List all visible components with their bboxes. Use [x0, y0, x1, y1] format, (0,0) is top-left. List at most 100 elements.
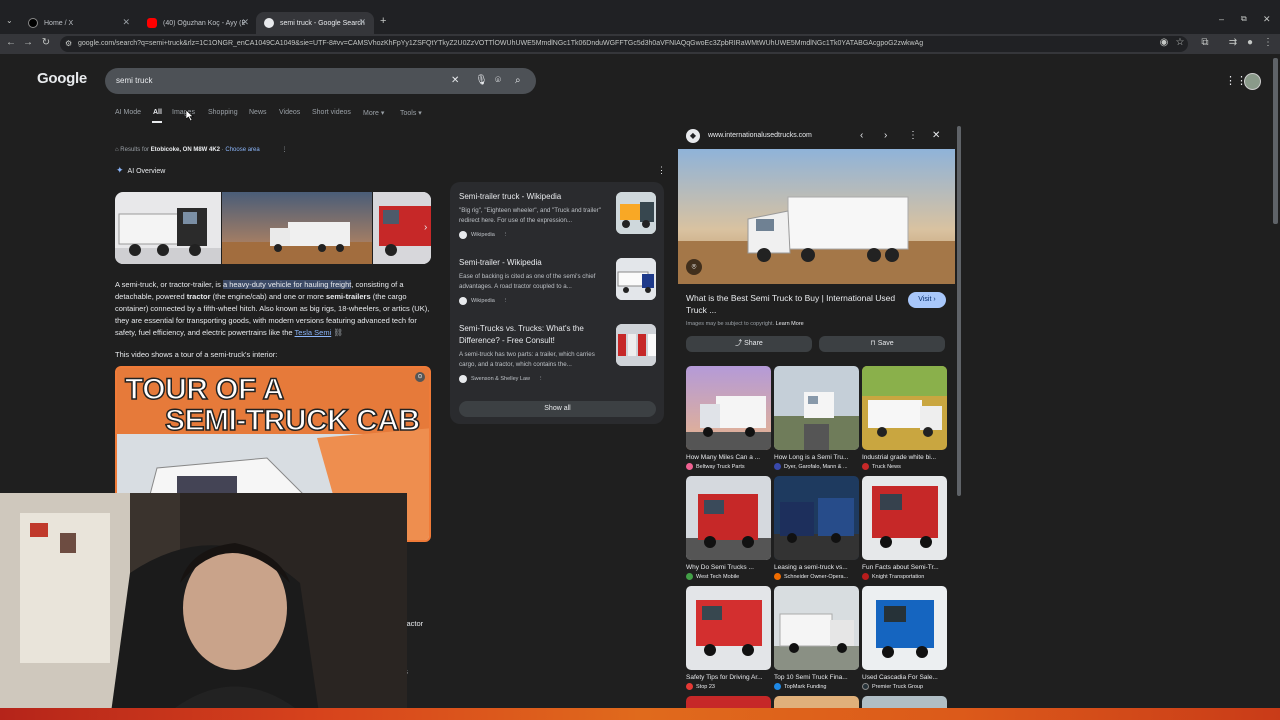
related-image-source: Schneider Owner-Opera...: [774, 573, 860, 580]
related-image-caption[interactable]: Industrial grade white bi...: [862, 454, 948, 461]
show-all-button[interactable]: Show all: [459, 401, 656, 417]
tools-label: Tools: [400, 110, 417, 117]
share-button[interactable]: ⤴ Share: [686, 336, 812, 352]
lens-camera-icon[interactable]: ⌾: [495, 75, 501, 86]
related-image-source: Dyer, Garofalo, Mann & ...: [774, 463, 860, 470]
source-title[interactable]: Semi-trailer - Wikipedia: [459, 257, 609, 269]
tab-youtube[interactable]: (40) Oğuzhan Koç - Ayy (Be... ✕: [139, 12, 257, 34]
source-menu-icon[interactable]: ⋮: [538, 376, 544, 382]
page-scrollbar[interactable]: [1273, 58, 1278, 224]
search-icon[interactable]: ⌕: [515, 75, 521, 86]
source-site-name: Wikipedia: [471, 232, 495, 238]
close-panel-icon[interactable]: ✕: [932, 130, 940, 141]
tab-tools[interactable]: Tools ▾: [400, 109, 422, 117]
sidepanel-icon[interactable]: ⇉: [1227, 37, 1239, 48]
related-image[interactable]: [686, 366, 771, 450]
related-image[interactable]: [774, 586, 859, 670]
tab-google-search[interactable]: semi truck - Google Search ✕: [256, 12, 374, 34]
preview-title[interactable]: What is the Best Semi Truck to Buy | Int…: [686, 292, 896, 316]
account-avatar[interactable]: [1244, 73, 1261, 90]
tab-all[interactable]: All: [153, 109, 162, 116]
panel-scrollbar[interactable]: [957, 126, 961, 496]
tab-news[interactable]: News: [249, 109, 267, 116]
preview-image[interactable]: ⌾: [678, 149, 955, 284]
overview-image-3[interactable]: [373, 192, 431, 264]
profile-icon[interactable]: ●: [1244, 37, 1256, 48]
source-site: Wikipedia ⋮: [459, 297, 508, 305]
clear-icon[interactable]: ✕: [451, 75, 459, 86]
visit-button[interactable]: Visit ›: [908, 292, 946, 308]
reload-icon[interactable]: ↻: [40, 37, 52, 48]
tab-search-icon[interactable]: ⌄: [6, 16, 13, 25]
related-image-caption[interactable]: How Many Miles Can a ...: [686, 454, 772, 461]
source-title[interactable]: Semi-Trucks vs. Trucks: What's the Diffe…: [459, 323, 609, 347]
related-image[interactable]: [862, 586, 947, 670]
source-image: [616, 324, 656, 366]
chrome-menu-icon[interactable]: ⋮: [1262, 37, 1274, 48]
related-image-caption[interactable]: How Long is a Semi Tru...: [774, 454, 860, 461]
location-icon[interactable]: ◉: [1158, 37, 1170, 48]
minimize-icon[interactable]: –: [1219, 14, 1224, 24]
tab-short-videos[interactable]: Short videos: [312, 109, 351, 116]
related-image-caption[interactable]: Leasing a semi-truck vs...: [774, 564, 860, 571]
tab-x[interactable]: Home / X ✕: [20, 12, 138, 34]
close-tab-icon[interactable]: ✕: [241, 17, 249, 28]
overview-image-2[interactable]: [222, 192, 372, 264]
related-image[interactable]: [774, 366, 859, 450]
forward-icon[interactable]: →: [22, 37, 34, 48]
source-snippet: "Big rig", "Eighteen wheeler", and "Truc…: [459, 207, 601, 224]
next-icon[interactable]: ›: [884, 130, 887, 141]
restore-icon[interactable]: ⧉: [1241, 14, 1247, 24]
source-menu-icon[interactable]: ⋮: [503, 232, 509, 238]
google-logo[interactable]: Google: [37, 70, 87, 87]
related-image-caption[interactable]: Why Do Semi Trucks ...: [686, 564, 772, 571]
tab-more[interactable]: More ▾: [363, 109, 384, 117]
video-title-line-1: TOUR OF A: [124, 372, 285, 407]
related-image[interactable]: [862, 476, 947, 560]
close-tab-icon[interactable]: ✕: [122, 17, 130, 28]
next-image-icon[interactable]: ›: [424, 222, 427, 233]
close-tab-icon[interactable]: ✕: [358, 17, 366, 28]
learn-more-link[interactable]: Learn More: [776, 321, 804, 327]
extensions-icon[interactable]: ⧉: [1199, 37, 1211, 48]
related-image-caption[interactable]: Fun Facts about Semi-Tr...: [862, 564, 948, 571]
source-favicon-icon: [774, 463, 781, 470]
related-image[interactable]: [862, 366, 947, 450]
bookmark-star-icon[interactable]: ☆: [1174, 37, 1186, 48]
source-menu-icon[interactable]: ⋮: [503, 298, 509, 304]
source-title[interactable]: Semi-trailer truck - Wikipedia: [459, 191, 609, 203]
back-icon[interactable]: ←: [5, 37, 17, 48]
truck-image-icon: [686, 476, 771, 560]
related-image-caption[interactable]: Top 10 Semi Truck Fina...: [774, 674, 860, 681]
source-site-name: Wikipedia: [471, 298, 495, 304]
video-menu-icon[interactable]: ⊙: [415, 372, 425, 382]
tab-videos[interactable]: Videos: [279, 109, 300, 116]
tesla-semi-link[interactable]: Tesla Semi: [295, 328, 332, 337]
panel-site[interactable]: www.internationalusedtrucks.com: [708, 132, 812, 139]
related-image[interactable]: [774, 476, 859, 560]
related-image-source-name: Premier Truck Group: [872, 683, 924, 690]
search-box[interactable]: semi truck ✕ 🎙︎ ⌾ ⌕: [105, 68, 536, 94]
related-image[interactable]: [686, 476, 771, 560]
more-options-icon[interactable]: ⋮: [281, 147, 287, 153]
related-image-caption[interactable]: Used Cascadia For Sale...: [862, 674, 948, 681]
site-info-icon[interactable]: ⚙: [65, 36, 72, 52]
overview-image-1[interactable]: [115, 192, 221, 264]
new-tab-icon[interactable]: +: [380, 15, 386, 27]
related-image[interactable]: [686, 586, 771, 670]
lens-icon[interactable]: ⌾: [686, 259, 702, 275]
choose-area-link[interactable]: Choose area: [225, 147, 259, 153]
save-button[interactable]: ⊓ Save: [819, 336, 945, 352]
panel-menu-icon[interactable]: ⋮: [908, 130, 918, 141]
close-window-icon[interactable]: ✕: [1263, 14, 1271, 25]
previous-icon[interactable]: ‹: [860, 130, 863, 141]
tab-ai-mode[interactable]: AI Mode: [115, 109, 141, 116]
link-icon[interactable]: ⛓: [333, 328, 343, 337]
ai-overview-menu-icon[interactable]: ⋮: [657, 165, 666, 176]
location-place: Etobicoke, ON M8W 4K2: [150, 147, 221, 153]
search-input[interactable]: semi truck: [116, 76, 152, 85]
tab-shopping[interactable]: Shopping: [208, 109, 238, 116]
microphone-icon[interactable]: 🎙︎: [475, 75, 488, 86]
related-image-caption[interactable]: Safety Tips for Driving Ar...: [686, 674, 772, 681]
address-bar[interactable]: ⚙ google.com/search?q=semi+truck&rlz=1C1…: [60, 36, 1188, 52]
